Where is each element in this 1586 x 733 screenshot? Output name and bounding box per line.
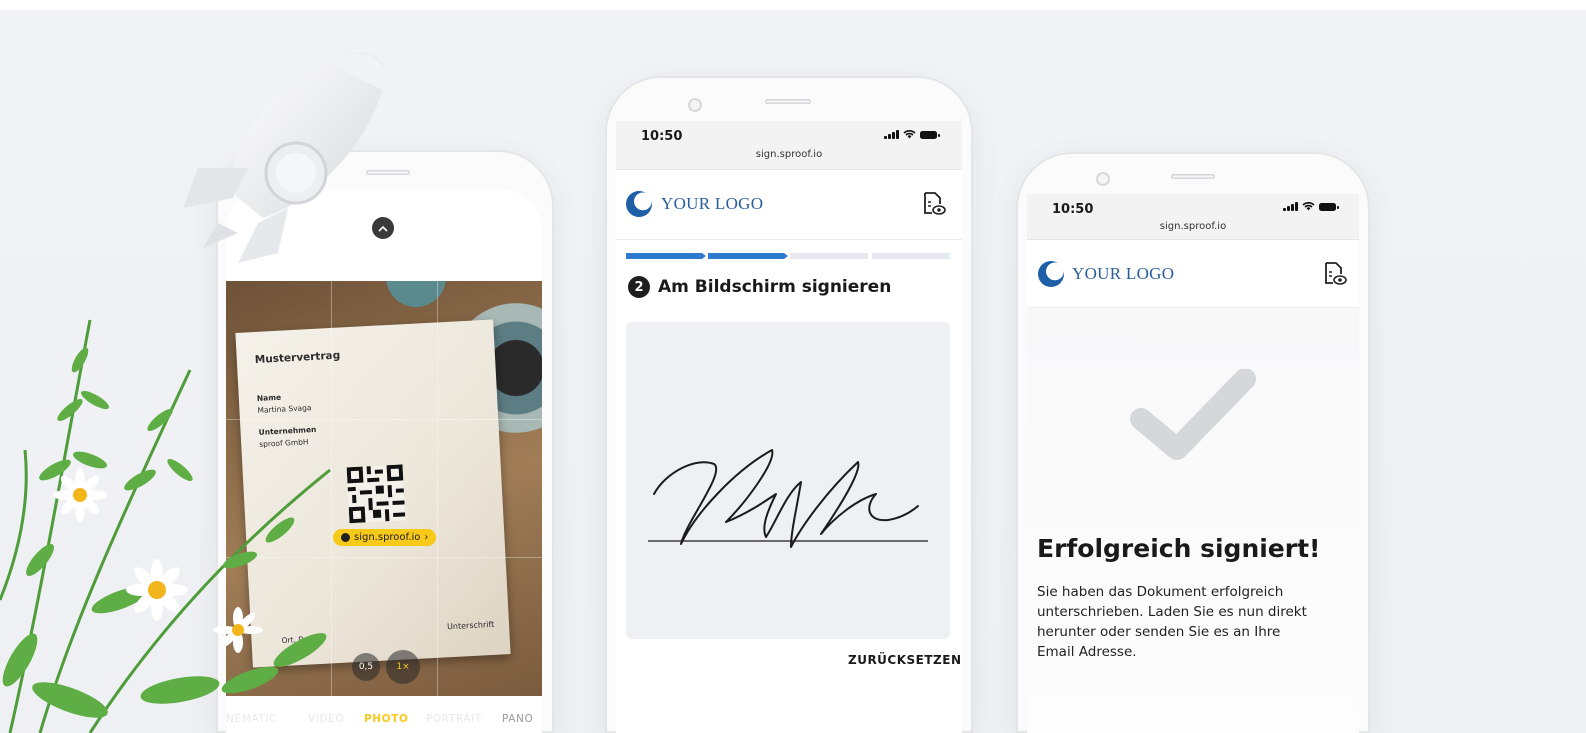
status-bar: 10:50 sign.sproof.io [616, 121, 962, 170]
logo-icon [626, 191, 652, 217]
signal-icon [884, 130, 899, 139]
success-title: Erfolgreich signiert! [1037, 534, 1321, 563]
status-time: 10:50 [641, 129, 683, 144]
status-icons [884, 129, 940, 139]
wifi-icon [902, 130, 916, 139]
wifi-icon [1301, 202, 1315, 211]
signature-pad[interactable] [626, 322, 950, 639]
battery-icon [919, 131, 940, 139]
document-preview-icon[interactable] [1323, 261, 1347, 287]
zoom-button-one[interactable]: 1× [386, 650, 420, 684]
mode-photo[interactable]: PHOTO [364, 713, 409, 725]
success-message: Sie haben das Dokument erfolgreich unter… [1037, 584, 1307, 660]
step-heading: 2 Am Bildschirm signieren [628, 276, 891, 298]
progress-bar [626, 253, 950, 259]
live-photo-icon[interactable] [511, 218, 531, 238]
progress-segment [872, 253, 950, 259]
logo-text: YOUR LOGO [1072, 264, 1175, 283]
signature-stroke [648, 449, 928, 548]
logo-icon [1038, 261, 1064, 287]
plant-illustration [0, 319, 331, 733]
document-preview-icon[interactable] [922, 191, 946, 217]
battery-icon [1318, 203, 1339, 211]
rocket-illustration [183, 52, 386, 263]
status-icons [1283, 201, 1339, 211]
step-title: Am Bildschirm signieren [658, 277, 892, 297]
sign-phone: 10:50 sign.sproof.io YOUR LOGO 2 Am Bild… [605, 76, 973, 733]
progress-segment [626, 253, 706, 259]
success-phone: 10:50 sign.sproof.io YOUR LOGO Erfolgrei [1016, 152, 1370, 733]
progress-segment [790, 253, 868, 259]
phone-speaker [1171, 174, 1215, 179]
chevron-right-icon: › [424, 532, 429, 543]
logo-text: YOUR LOGO [661, 194, 764, 213]
success-screen: 10:50 sign.sproof.io YOUR LOGO Erfolgrei [1027, 194, 1359, 733]
url-bar[interactable]: sign.sproof.io [616, 149, 962, 160]
reset-button[interactable]: ZURÜCKSETZEN [848, 653, 962, 667]
status-bar: 10:50 sign.sproof.io [1027, 194, 1359, 240]
signal-icon [1283, 202, 1298, 211]
mode-portrait[interactable]: PORTRAIT [426, 713, 482, 725]
checkmark-icon [1130, 369, 1256, 460]
url-bar[interactable]: sign.sproof.io [1027, 221, 1359, 232]
sign-screen: 10:50 sign.sproof.io YOUR LOGO 2 Am Bild… [616, 121, 962, 733]
header: YOUR LOGO [616, 169, 962, 240]
header: YOUR LOGO [1027, 239, 1359, 308]
zoom-label: 1× [396, 662, 410, 672]
phone-speaker [765, 99, 811, 104]
signature-label: Unterschrift [446, 619, 495, 632]
qr-link-text: sign.sproof.io [354, 532, 421, 543]
front-camera [688, 98, 702, 112]
mode-pano[interactable]: PANO [502, 713, 533, 725]
grid-line [437, 281, 438, 696]
front-camera [1096, 172, 1110, 186]
progress-segment [708, 253, 788, 259]
status-time: 10:50 [1052, 202, 1094, 217]
step-number-badge: 2 [628, 276, 650, 298]
zoom-label: 0,5 [358, 662, 374, 672]
